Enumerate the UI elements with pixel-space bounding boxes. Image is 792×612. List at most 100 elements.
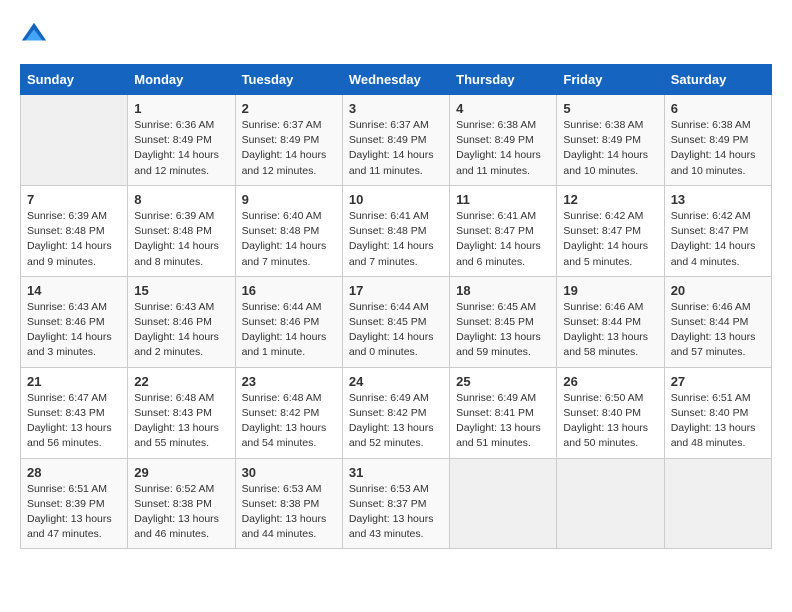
cell-content: Sunrise: 6:51 AM Sunset: 8:40 PM Dayligh… (671, 391, 765, 452)
day-number: 17 (349, 283, 443, 298)
calendar-week-row: 1 Sunrise: 6:36 AM Sunset: 8:49 PM Daylig… (21, 95, 772, 186)
cell-content: Sunrise: 6:40 AM Sunset: 8:48 PM Dayligh… (242, 209, 336, 270)
day-number: 2 (242, 101, 336, 116)
day-number: 27 (671, 374, 765, 389)
cell-content: Sunrise: 6:49 AM Sunset: 8:42 PM Dayligh… (349, 391, 443, 452)
calendar-cell: 12 Sunrise: 6:42 AM Sunset: 8:47 PM Dayli… (557, 185, 664, 276)
calendar-cell: 25 Sunrise: 6:49 AM Sunset: 8:41 PM Dayli… (450, 367, 557, 458)
calendar-week-row: 7Sunrise: 6:39 AM Sunset: 8:48 PM Daylig… (21, 185, 772, 276)
cell-content: Sunrise: 6:41 AM Sunset: 8:47 PM Dayligh… (456, 209, 550, 270)
weekday-header: Sunday (21, 65, 128, 95)
calendar-cell: 13Sunrise: 6:42 AM Sunset: 8:47 PM Dayli… (664, 185, 771, 276)
day-number: 21 (27, 374, 121, 389)
day-number: 10 (349, 192, 443, 207)
cell-content: Sunrise: 6:49 AM Sunset: 8:41 PM Dayligh… (456, 391, 550, 452)
calendar-cell: 20 Sunrise: 6:46 AM Sunset: 8:44 PM Dayli… (664, 276, 771, 367)
cell-content: Sunrise: 6:44 AM Sunset: 8:46 PM Dayligh… (242, 300, 336, 361)
calendar-cell: 5Sunrise: 6:38 AM Sunset: 8:49 PM Daylig… (557, 95, 664, 186)
calendar-cell: 26 Sunrise: 6:50 AM Sunset: 8:40 PM Dayli… (557, 367, 664, 458)
cell-content: Sunrise: 6:38 AM Sunset: 8:49 PM Dayligh… (456, 118, 550, 179)
page-header (20, 20, 772, 48)
calendar-cell: 15 Sunrise: 6:43 AM Sunset: 8:46 PM Dayli… (128, 276, 235, 367)
calendar-cell (21, 95, 128, 186)
cell-content: Sunrise: 6:52 AM Sunset: 8:38 PM Dayligh… (134, 482, 228, 543)
day-number: 3 (349, 101, 443, 116)
calendar-table: SundayMondayTuesdayWednesdayThursdayFrid… (20, 64, 772, 549)
day-number: 20 (671, 283, 765, 298)
calendar-cell: 24 Sunrise: 6:49 AM Sunset: 8:42 PM Dayli… (342, 367, 449, 458)
weekday-header: Tuesday (235, 65, 342, 95)
day-number: 11 (456, 192, 550, 207)
day-number: 28 (27, 465, 121, 480)
calendar-cell: 21 Sunrise: 6:47 AM Sunset: 8:43 PM Dayli… (21, 367, 128, 458)
day-number: 25 (456, 374, 550, 389)
calendar-cell: 28 Sunrise: 6:51 AM Sunset: 8:39 PM Dayli… (21, 458, 128, 549)
day-number: 24 (349, 374, 443, 389)
cell-content: Sunrise: 6:38 AM Sunset: 8:49 PM Dayligh… (671, 118, 765, 179)
weekday-header: Friday (557, 65, 664, 95)
cell-content: Sunrise: 6:51 AM Sunset: 8:39 PM Dayligh… (27, 482, 121, 543)
cell-content: Sunrise: 6:47 AM Sunset: 8:43 PM Dayligh… (27, 391, 121, 452)
calendar-cell: 7Sunrise: 6:39 AM Sunset: 8:48 PM Daylig… (21, 185, 128, 276)
calendar-week-row: 21 Sunrise: 6:47 AM Sunset: 8:43 PM Dayli… (21, 367, 772, 458)
logo-icon (20, 20, 48, 48)
weekday-header: Thursday (450, 65, 557, 95)
cell-content: Sunrise: 6:43 AM Sunset: 8:46 PM Dayligh… (27, 300, 121, 361)
day-number: 14 (27, 283, 121, 298)
calendar-cell: 6 Sunrise: 6:38 AM Sunset: 8:49 PM Daylig… (664, 95, 771, 186)
cell-content: Sunrise: 6:42 AM Sunset: 8:47 PM Dayligh… (671, 209, 765, 270)
cell-content: Sunrise: 6:48 AM Sunset: 8:42 PM Dayligh… (242, 391, 336, 452)
day-number: 4 (456, 101, 550, 116)
calendar-cell: 23 Sunrise: 6:48 AM Sunset: 8:42 PM Dayli… (235, 367, 342, 458)
day-number: 23 (242, 374, 336, 389)
calendar-cell: 17Sunrise: 6:44 AM Sunset: 8:45 PM Dayli… (342, 276, 449, 367)
cell-content: Sunrise: 6:46 AM Sunset: 8:44 PM Dayligh… (563, 300, 657, 361)
day-number: 29 (134, 465, 228, 480)
cell-content: Sunrise: 6:53 AM Sunset: 8:38 PM Dayligh… (242, 482, 336, 543)
cell-content: Sunrise: 6:41 AM Sunset: 8:48 PM Dayligh… (349, 209, 443, 270)
cell-content: Sunrise: 6:42 AM Sunset: 8:47 PM Dayligh… (563, 209, 657, 270)
calendar-cell (664, 458, 771, 549)
calendar-cell: 2Sunrise: 6:37 AM Sunset: 8:49 PM Daylig… (235, 95, 342, 186)
cell-content: Sunrise: 6:45 AM Sunset: 8:45 PM Dayligh… (456, 300, 550, 361)
calendar-cell: 11 Sunrise: 6:41 AM Sunset: 8:47 PM Dayli… (450, 185, 557, 276)
calendar-cell: 9 Sunrise: 6:40 AM Sunset: 8:48 PM Daylig… (235, 185, 342, 276)
cell-content: Sunrise: 6:39 AM Sunset: 8:48 PM Dayligh… (134, 209, 228, 270)
cell-content: Sunrise: 6:39 AM Sunset: 8:48 PM Dayligh… (27, 209, 121, 270)
cell-content: Sunrise: 6:36 AM Sunset: 8:49 PM Dayligh… (134, 118, 228, 179)
calendar-cell: 10 Sunrise: 6:41 AM Sunset: 8:48 PM Dayli… (342, 185, 449, 276)
cell-content: Sunrise: 6:50 AM Sunset: 8:40 PM Dayligh… (563, 391, 657, 452)
calendar-cell: 29 Sunrise: 6:52 AM Sunset: 8:38 PM Dayli… (128, 458, 235, 549)
calendar-cell: 8 Sunrise: 6:39 AM Sunset: 8:48 PM Daylig… (128, 185, 235, 276)
calendar-cell: 31Sunrise: 6:53 AM Sunset: 8:37 PM Dayli… (342, 458, 449, 549)
day-number: 6 (671, 101, 765, 116)
cell-content: Sunrise: 6:43 AM Sunset: 8:46 PM Dayligh… (134, 300, 228, 361)
calendar-cell: 14 Sunrise: 6:43 AM Sunset: 8:46 PM Dayli… (21, 276, 128, 367)
cell-content: Sunrise: 6:48 AM Sunset: 8:43 PM Dayligh… (134, 391, 228, 452)
day-number: 22 (134, 374, 228, 389)
day-number: 19 (563, 283, 657, 298)
calendar-cell: 22 Sunrise: 6:48 AM Sunset: 8:43 PM Dayli… (128, 367, 235, 458)
logo (20, 20, 52, 48)
calendar-cell (557, 458, 664, 549)
day-number: 5 (563, 101, 657, 116)
day-number: 15 (134, 283, 228, 298)
calendar-cell: 27 Sunrise: 6:51 AM Sunset: 8:40 PM Dayli… (664, 367, 771, 458)
day-number: 1 (134, 101, 228, 116)
calendar-cell: 3 Sunrise: 6:37 AM Sunset: 8:49 PM Daylig… (342, 95, 449, 186)
calendar-cell: 16 Sunrise: 6:44 AM Sunset: 8:46 PM Dayli… (235, 276, 342, 367)
day-number: 12 (563, 192, 657, 207)
calendar-cell: 18Sunrise: 6:45 AM Sunset: 8:45 PM Dayli… (450, 276, 557, 367)
day-number: 26 (563, 374, 657, 389)
cell-content: Sunrise: 6:46 AM Sunset: 8:44 PM Dayligh… (671, 300, 765, 361)
day-number: 30 (242, 465, 336, 480)
calendar-week-row: 28 Sunrise: 6:51 AM Sunset: 8:39 PM Dayli… (21, 458, 772, 549)
cell-content: Sunrise: 6:37 AM Sunset: 8:49 PM Dayligh… (349, 118, 443, 179)
day-number: 31 (349, 465, 443, 480)
calendar-cell: 1 Sunrise: 6:36 AM Sunset: 8:49 PM Daylig… (128, 95, 235, 186)
calendar-week-row: 14 Sunrise: 6:43 AM Sunset: 8:46 PM Dayli… (21, 276, 772, 367)
day-number: 8 (134, 192, 228, 207)
day-number: 9 (242, 192, 336, 207)
day-number: 16 (242, 283, 336, 298)
calendar-cell: 4 Sunrise: 6:38 AM Sunset: 8:49 PM Daylig… (450, 95, 557, 186)
